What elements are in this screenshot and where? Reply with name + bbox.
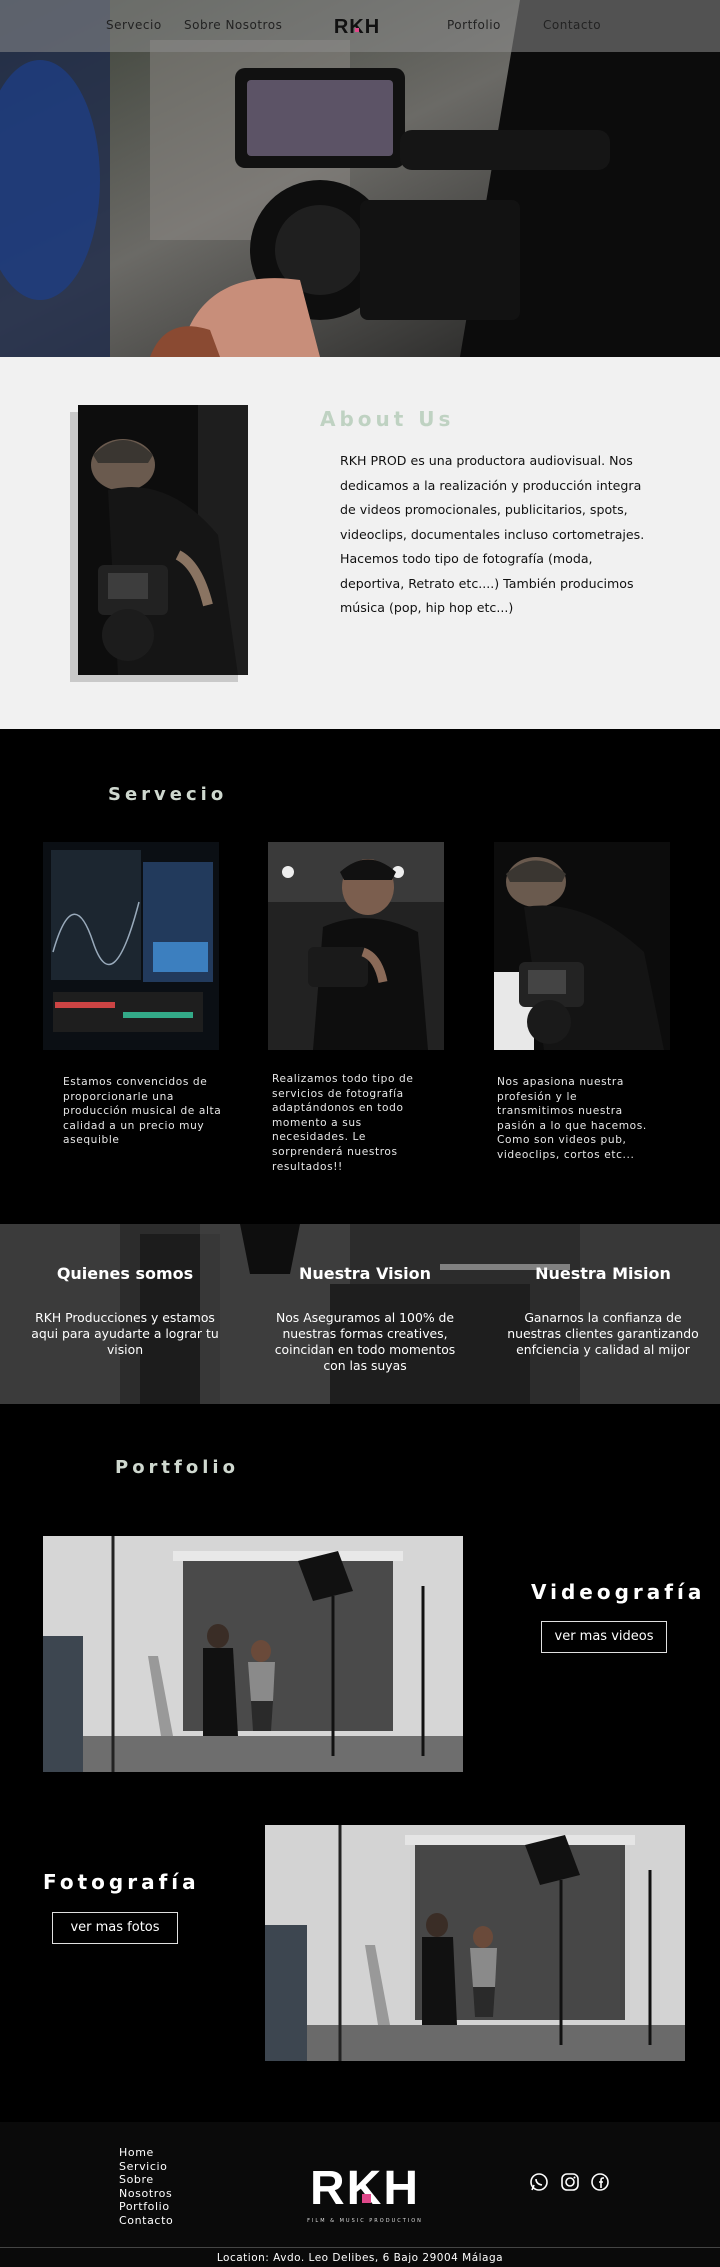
footer-link-servicio[interactable]: Servicio: [119, 2160, 173, 2174]
nav-sobre-nosotros[interactable]: Sobre Nosotros: [184, 18, 282, 32]
photography-image[interactable]: [265, 1825, 685, 2061]
band-col-1-title: Quienes somos: [56, 1264, 194, 1283]
hero-camera-image: [0, 0, 720, 357]
more-videos-button[interactable]: ver mas videos: [541, 1621, 667, 1653]
band-col-1-text: RKH Producciones y estamos aqui para ayu…: [31, 1310, 219, 1357]
footer: Home Servicio Sobre Nosotros Portfolio C…: [0, 2122, 720, 2247]
page: Servecio Sobre Nosotros RKH Portfolio Co…: [0, 0, 720, 2267]
svg-text:RKH: RKH: [310, 2162, 420, 2215]
videography-heading: Videografía: [531, 1580, 706, 1604]
band-col-2-title: Nuestra Vision: [298, 1264, 432, 1283]
band-col-3-title: Nuestra Mision: [535, 1264, 671, 1283]
about-text: RKH PROD es una productora audiovisual. …: [340, 453, 645, 615]
portfolio-section: Portfolio Videografía ver mas videos Fot…: [0, 1404, 720, 2122]
service-card-3-text: Nos apasiona nuestra profesión y le tran…: [497, 1076, 647, 1161]
nav-logo[interactable]: RKH: [330, 11, 384, 41]
svg-text:RKH: RKH: [334, 16, 380, 38]
service-card-1-text: Estamos convencidos de proporcionarle un…: [63, 1076, 222, 1147]
service-card-1-image: [43, 842, 219, 1050]
footer-logo: RKH FILM & MUSIC PRODUCTION: [307, 2162, 423, 2224]
videography-image[interactable]: [43, 1536, 463, 1772]
about-section: About Us RKH PROD es una productora audi…: [0, 357, 720, 729]
band-col-2-text: Nos Aseguramos al 100% de nuestras forma…: [274, 1310, 456, 1373]
location-bar: Location: Avdo. Leo Delibes, 6 Bajo 2900…: [0, 2247, 720, 2267]
top-nav: Servecio Sobre Nosotros RKH Portfolio Co…: [0, 0, 720, 52]
footer-link-portfolio[interactable]: Portfolio: [119, 2200, 173, 2214]
instagram-icon[interactable]: [560, 2172, 580, 2192]
footer-links: Home Servicio Sobre Nosotros Portfolio C…: [119, 2146, 173, 2227]
about-title: About Us: [320, 407, 455, 431]
footer-link-contacto[interactable]: Contacto: [119, 2214, 173, 2228]
svg-text:FILM & MUSIC PRODUCTION: FILM & MUSIC PRODUCTION: [307, 2218, 423, 2224]
services-section: Servecio Estamos convencidos de proporci…: [0, 729, 720, 1224]
footer-link-nosotros[interactable]: Nosotros: [119, 2187, 173, 2201]
nav-contacto[interactable]: Contacto: [543, 18, 601, 32]
whatsapp-icon[interactable]: [529, 2172, 549, 2192]
nav-portfolio[interactable]: Portfolio: [447, 18, 501, 32]
footer-link-sobre[interactable]: Sobre: [119, 2173, 173, 2187]
service-card-3-image: [494, 842, 670, 1050]
services-title: Servecio: [108, 784, 228, 805]
more-photos-button[interactable]: ver mas fotos: [52, 1912, 178, 1944]
nav-servecio[interactable]: Servecio: [106, 18, 162, 32]
about-photographer-image: [78, 405, 248, 675]
band-col-3-text: Ganarnos la confianza de nuestras client…: [507, 1310, 699, 1357]
hero-banner: Servecio Sobre Nosotros RKH Portfolio Co…: [0, 0, 720, 357]
mission-band: Quienes somos RKH Producciones y estamos…: [0, 1224, 720, 1404]
portfolio-title: Portfolio: [115, 1457, 239, 1478]
service-card-2-text: Realizamos todo tipo de servicios de fot…: [272, 1073, 414, 1173]
service-card-2-image: [268, 842, 444, 1050]
footer-link-home[interactable]: Home: [119, 2146, 173, 2160]
facebook-icon[interactable]: [590, 2172, 610, 2192]
photography-heading: Fotografía: [43, 1870, 200, 1894]
